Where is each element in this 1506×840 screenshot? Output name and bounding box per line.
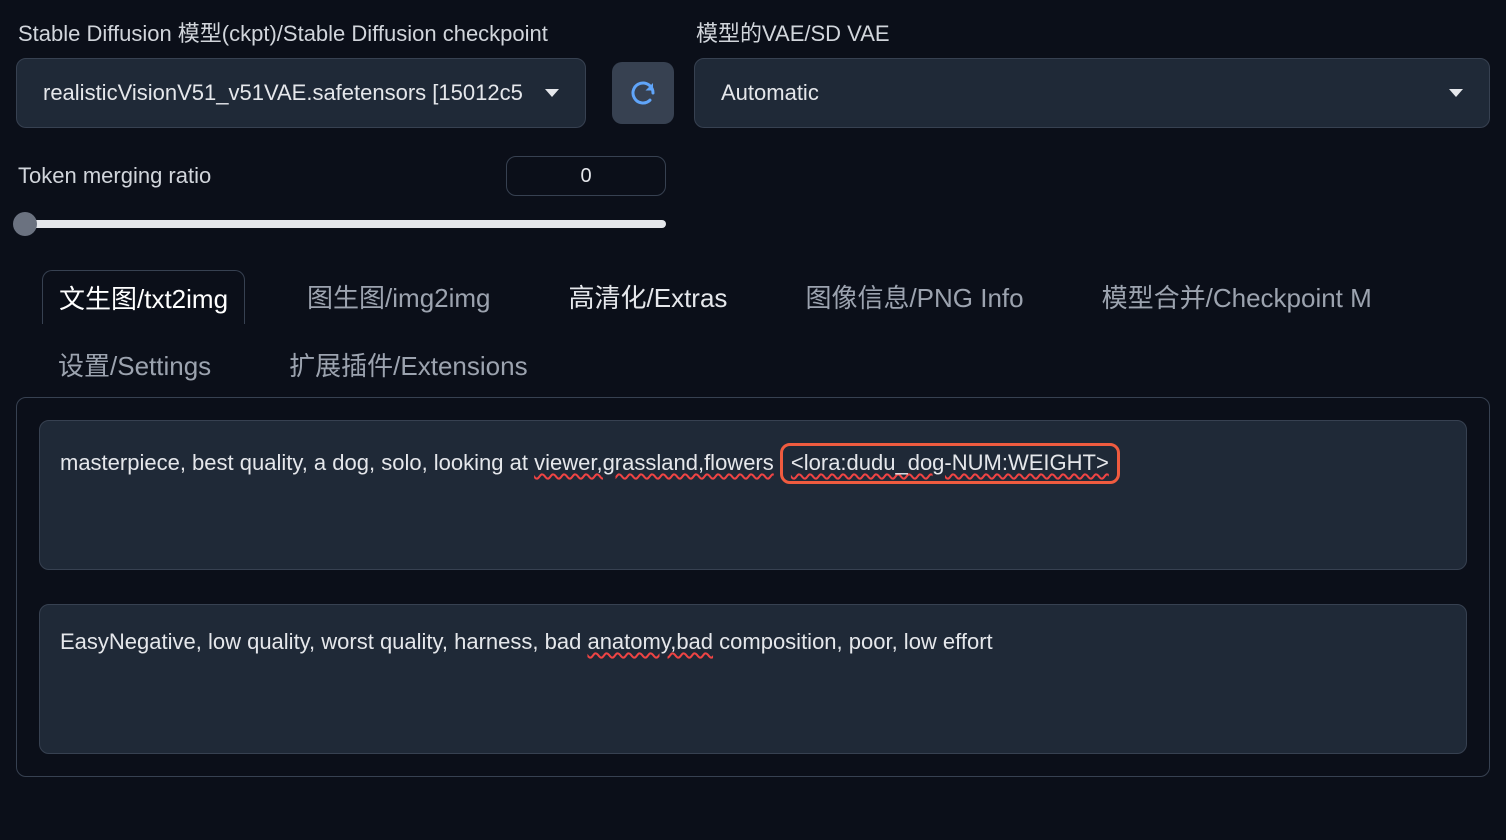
tab-txt2img[interactable]: 文生图/txt2img	[42, 270, 245, 324]
chevron-down-icon	[545, 89, 559, 97]
slider-thumb[interactable]	[13, 212, 37, 236]
token-merging-slider[interactable]	[16, 212, 666, 236]
negprompt-text: EasyNegative, low quality, worst quality…	[60, 629, 587, 654]
refresh-checkpoint-button[interactable]	[612, 62, 674, 124]
negprompt-text-2: composition, poor, low effort	[713, 629, 993, 654]
lora-tag-highlight: <lora:dudu_dog-NUM:WEIGHT>	[780, 443, 1120, 484]
positive-prompt-textarea[interactable]: masterpiece, best quality, a dog, solo, …	[39, 420, 1467, 570]
tab-ckptmerge[interactable]: 模型合并/Checkpoint M	[1086, 270, 1388, 324]
lora-tag-text: <lora:dudu_dog-NUM:WEIGHT>	[791, 450, 1109, 475]
negative-prompt-textarea[interactable]: EasyNegative, low quality, worst quality…	[39, 604, 1467, 754]
checkpoint-value: realisticVisionV51_v51VAE.safetensors [1…	[43, 80, 523, 106]
checkpoint-select[interactable]: realisticVisionV51_v51VAE.safetensors [1…	[16, 58, 586, 128]
vae-select[interactable]: Automatic	[694, 58, 1490, 128]
tab-pnginfo[interactable]: 图像信息/PNG Info	[789, 270, 1039, 324]
negprompt-wavy-segment: anatomy,bad	[587, 629, 713, 654]
token-merging-label: Token merging ratio	[16, 163, 211, 189]
tab-extras[interactable]: 高清化/Extras	[553, 270, 744, 324]
tab-img2img[interactable]: 图生图/img2img	[291, 270, 506, 324]
tab-settings[interactable]: 设置/Settings	[42, 338, 227, 391]
checkpoint-label: Stable Diffusion 模型(ckpt)/Stable Diffusi…	[16, 16, 674, 48]
txt2img-panel: masterpiece, best quality, a dog, solo, …	[16, 397, 1490, 777]
tab-extensions[interactable]: 扩展插件/Extensions	[273, 338, 543, 391]
prompt-text: masterpiece, best quality, a dog, solo, …	[60, 450, 534, 475]
chevron-down-icon	[1449, 89, 1463, 97]
token-merging-value-input[interactable]: 0	[506, 156, 666, 196]
refresh-icon	[628, 78, 658, 108]
vae-label: 模型的VAE/SD VAE	[694, 16, 1490, 48]
main-tabs: 文生图/txt2img 图生图/img2img 高清化/Extras 图像信息/…	[16, 270, 1490, 391]
slider-track	[16, 220, 666, 228]
vae-value: Automatic	[721, 80, 819, 106]
prompt-wavy-segment: viewer,grassland,flowers	[534, 450, 774, 475]
